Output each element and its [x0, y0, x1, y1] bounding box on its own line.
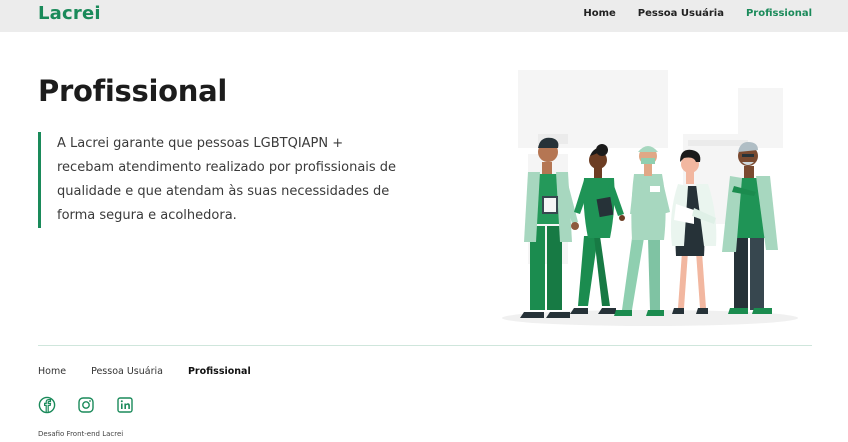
page-title: Profissional — [38, 74, 227, 108]
page-description: A Lacrei garante que pessoas LGBTQIAPN +… — [38, 132, 398, 228]
instagram-icon[interactable] — [77, 396, 95, 414]
facebook-icon[interactable] — [38, 396, 56, 414]
footer-pessoa-usuaria-link[interactable]: Pessoa Usuária — [91, 366, 163, 377]
footer-home-link[interactable]: Home — [38, 366, 66, 377]
footer-profissional-link[interactable]: Profissional — [188, 366, 251, 377]
footer-divider — [38, 345, 812, 346]
healthcare-professionals-illustration — [502, 70, 798, 326]
linkedin-icon[interactable] — [116, 396, 134, 414]
footer-copyright: Desafio Front-end Lacrei — [38, 430, 124, 438]
social-links — [38, 396, 134, 414]
top-header: Lacrei Home Pessoa Usuária Profissional — [0, 0, 848, 32]
nav-pessoa-usuaria-link[interactable]: Pessoa Usuária — [638, 8, 724, 19]
nav-profissional-link[interactable]: Profissional — [746, 8, 812, 19]
main-nav: Home Pessoa Usuária Profissional — [583, 8, 812, 19]
nav-home-link[interactable]: Home — [583, 8, 615, 19]
footer-nav: Home Pessoa Usuária Profissional — [38, 366, 251, 377]
site-logo[interactable]: Lacrei — [38, 3, 101, 24]
